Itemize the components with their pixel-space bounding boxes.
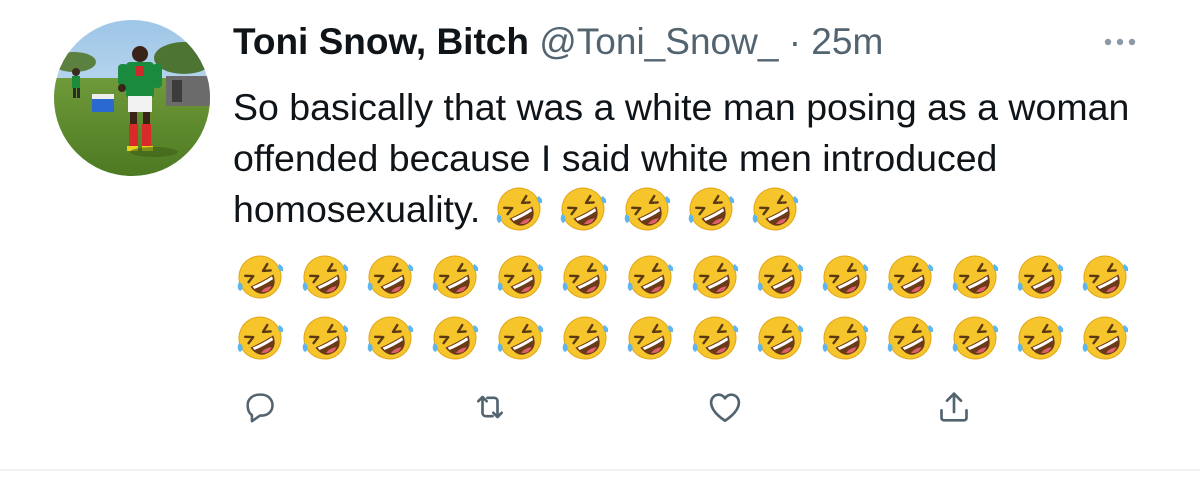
tweet-text: So basically that was a white man posing…	[233, 82, 1173, 247]
tweet-actions	[0, 385, 1200, 435]
rofl-emoji	[885, 252, 935, 302]
rofl-emoji	[750, 184, 800, 234]
rofl-emoji	[1080, 252, 1130, 302]
rofl-emoji	[558, 184, 608, 234]
rofl-emoji	[430, 313, 480, 363]
rofl-emoji	[625, 252, 675, 302]
rofl-emoji	[820, 313, 870, 363]
rofl-emoji	[235, 313, 285, 363]
rofl-emoji	[494, 184, 544, 234]
rofl-emoji	[430, 252, 480, 302]
rofl-emoji	[235, 252, 285, 302]
rofl-emoji	[365, 313, 415, 363]
rofl-emoji	[300, 252, 350, 302]
rofl-emoji	[950, 313, 1000, 363]
user-handle[interactable]: @Toni_Snow_	[539, 21, 778, 62]
timestamp[interactable]: 25m	[811, 21, 883, 62]
rofl-emoji	[495, 252, 545, 302]
inline-emoji-group	[494, 184, 814, 247]
rofl-emoji	[755, 252, 805, 302]
avatar[interactable]	[54, 20, 210, 176]
more-options-icon[interactable]	[1098, 28, 1142, 56]
rofl-emoji	[690, 313, 740, 363]
rofl-emoji	[885, 313, 935, 363]
rofl-emoji	[1080, 313, 1130, 363]
display-name[interactable]: Toni Snow, Bitch	[233, 21, 529, 62]
emoji-row	[235, 313, 1145, 363]
rofl-emoji	[495, 313, 545, 363]
rofl-emoji	[365, 252, 415, 302]
rofl-emoji	[950, 252, 1000, 302]
tweet[interactable]: Toni Snow, Bitch @Toni_Snow_ · 25m So ba…	[0, 0, 1200, 471]
rofl-emoji	[686, 184, 736, 234]
rofl-emoji	[820, 252, 870, 302]
rofl-emoji	[1015, 252, 1065, 302]
rofl-emoji	[560, 313, 610, 363]
separator-dot: ·	[788, 21, 802, 62]
emoji-row	[235, 252, 1145, 302]
like-icon[interactable]	[703, 385, 747, 429]
rofl-emoji	[560, 252, 610, 302]
reply-icon[interactable]	[238, 385, 282, 429]
rofl-emoji	[755, 313, 805, 363]
rofl-emoji	[622, 184, 672, 234]
rofl-emoji	[1015, 313, 1065, 363]
rofl-emoji	[690, 252, 740, 302]
divider	[0, 469, 1200, 471]
retweet-icon[interactable]	[468, 385, 512, 429]
tweet-header: Toni Snow, Bitch @Toni_Snow_ · 25m	[233, 18, 883, 66]
rofl-emoji	[300, 313, 350, 363]
rofl-emoji	[625, 313, 675, 363]
share-icon[interactable]	[932, 385, 976, 429]
